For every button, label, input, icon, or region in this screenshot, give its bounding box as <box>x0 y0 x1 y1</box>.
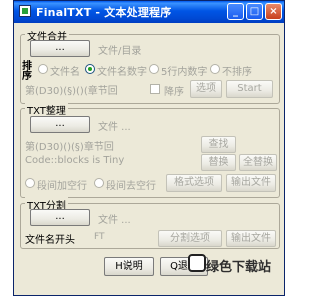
split-file-label: 文件 ... <box>98 215 131 226</box>
maximize-button[interactable]: □ <box>246 3 263 20</box>
sort-radio-5line-number-label: 5行内数字 <box>161 67 208 78</box>
tidy-replace-button[interactable]: 替换 <box>201 154 236 171</box>
tidy-browse-button[interactable]: ... <box>30 116 90 133</box>
sort-radio-filename-number[interactable] <box>85 64 95 74</box>
sort-radio-no-sort-label: 不排序 <box>222 67 252 78</box>
tidy-radio-add-blank-label: 段间加空行 <box>37 181 87 192</box>
split-browse-button[interactable]: ... <box>30 209 90 226</box>
descending-checkbox[interactable] <box>150 84 160 94</box>
sort-label: 排序 <box>22 61 32 82</box>
tidy-radio-add-blank[interactable] <box>25 178 35 188</box>
split-prefix-input[interactable]: FT <box>94 232 105 242</box>
merge-path-label: 文件/目录 <box>98 46 142 57</box>
app-window: FinalTXT - 文本处理程序 _ □ × 文件合并 ... 文件/目录 排… <box>13 0 285 296</box>
merge-chapter-hint: 第(D30)(§)()(章节回 <box>25 86 118 97</box>
sort-radio-filename-label: 文件名 <box>50 67 80 78</box>
sort-radio-no-sort[interactable] <box>210 64 220 74</box>
merge-browse-button[interactable]: ... <box>30 40 90 57</box>
split-prefix-label: 文件名开头 <box>25 235 75 246</box>
sort-radio-5line-number[interactable] <box>149 64 159 74</box>
tidy-output-button[interactable]: 输出文件 <box>226 174 276 192</box>
sort-radio-filename[interactable] <box>38 64 48 74</box>
tidy-format-button[interactable]: 格式选项 <box>166 174 222 192</box>
close-button[interactable]: × <box>265 3 282 20</box>
tidy-group-label: TXT整理 <box>25 102 68 117</box>
merge-start-button[interactable]: Start <box>226 80 273 98</box>
tidy-code-hint: Code::blocks is Tiny <box>25 155 125 166</box>
descending-label: 降序 <box>164 87 184 98</box>
tidy-find-button[interactable]: 查找 <box>201 136 236 153</box>
tidy-chapter-hint: 第(D30)()(§)章节回 <box>25 142 114 153</box>
help-button[interactable]: H说明 <box>104 257 154 276</box>
merge-option-button[interactable]: 选项 <box>190 80 222 98</box>
watermark-text: 绿色下载站 <box>206 260 272 275</box>
sort-radio-filename-number-label: 文件名数字 <box>97 67 147 78</box>
tidy-radio-remove-blank-label: 段间去空行 <box>106 181 156 192</box>
window-title: FinalTXT - 文本处理程序 <box>36 6 172 19</box>
split-output-button[interactable]: 输出文件 <box>226 230 276 247</box>
tidy-radio-remove-blank[interactable] <box>94 178 104 188</box>
minimize-button[interactable]: _ <box>227 3 244 20</box>
tidy-file-label: 文件 ... <box>98 122 131 133</box>
watermark-logo-icon <box>188 254 206 272</box>
split-option-button[interactable]: 分割选项 <box>158 230 222 247</box>
app-icon <box>19 5 31 17</box>
tidy-replace-all-button[interactable]: 全替换 <box>239 154 277 171</box>
title-bar[interactable]: FinalTXT - 文本处理程序 _ □ × <box>14 1 284 23</box>
